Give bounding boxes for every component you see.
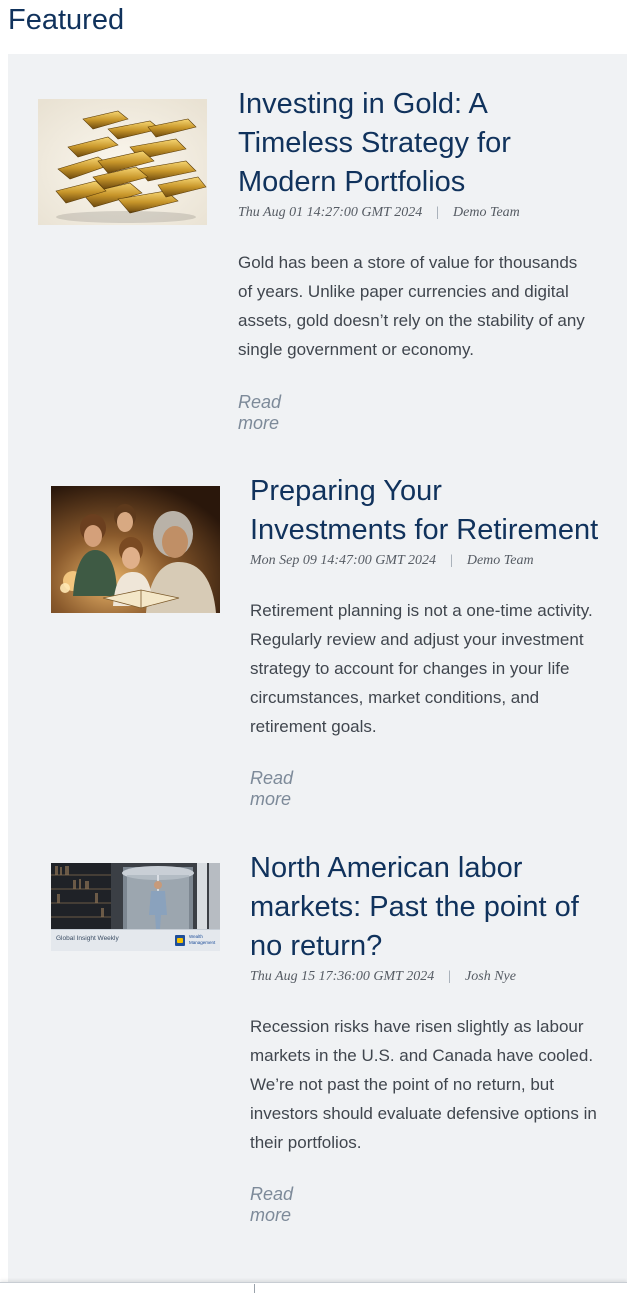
article-date: Thu Aug 15 17:36:00 GMT 2024: [250, 969, 435, 984]
article-title[interactable]: Preparing Your Investments for Retiremen…: [250, 472, 622, 550]
businessman-revolving-door-image[interactable]: Global Insight Weekly Wealth Management: [51, 863, 220, 951]
article-date: Mon Sep 09 14:47:00 GMT 2024: [250, 553, 437, 568]
article-meta: Thu Aug 01 14:27:00 GMT 2024 | Demo Team: [238, 205, 520, 221]
bottom-divider: [254, 1284, 255, 1293]
section-title: Featured: [8, 4, 125, 36]
article-excerpt: Gold has been a store of value for thous…: [238, 253, 585, 359]
article-author: Demo Team: [453, 205, 520, 220]
article-meta: Thu Aug 15 17:36:00 GMT 2024 | Josh Nye: [250, 969, 516, 985]
read-more-link[interactable]: Read more: [250, 768, 293, 810]
read-more-link[interactable]: Read more: [238, 392, 281, 434]
brand-logo-icon: [175, 935, 185, 946]
gold-bars-image[interactable]: [38, 99, 207, 225]
meta-separator: |: [450, 553, 453, 568]
image-caption: Global Insight Weekly: [56, 935, 119, 942]
meta-separator: |: [448, 969, 452, 984]
bottom-bar: [0, 1282, 627, 1294]
read-more-link[interactable]: Read more: [250, 1184, 293, 1226]
grandmother-reading-image[interactable]: [51, 486, 220, 613]
article-title[interactable]: North American labor markets: Past the p…: [250, 849, 622, 966]
article-author: Demo Team: [466, 553, 534, 568]
article-title[interactable]: Investing in Gold: A Timeless Strategy f…: [238, 85, 608, 202]
image-caption-bar: Global Insight Weekly Wealth Management: [51, 929, 220, 951]
article-meta: Mon Sep 09 14:47:00 GMT 2024 | Demo Team: [250, 553, 534, 569]
article-date: Thu Aug 01 14:27:00 GMT 2024: [238, 205, 423, 220]
meta-separator: |: [436, 205, 440, 220]
article-excerpt: Retirement planning is not a one-time ac…: [250, 601, 593, 736]
article-author: Josh Nye: [465, 969, 516, 984]
image-brand: Wealth Management: [189, 934, 216, 945]
article-excerpt: Recession risks have risen slightly as l…: [250, 1017, 597, 1152]
